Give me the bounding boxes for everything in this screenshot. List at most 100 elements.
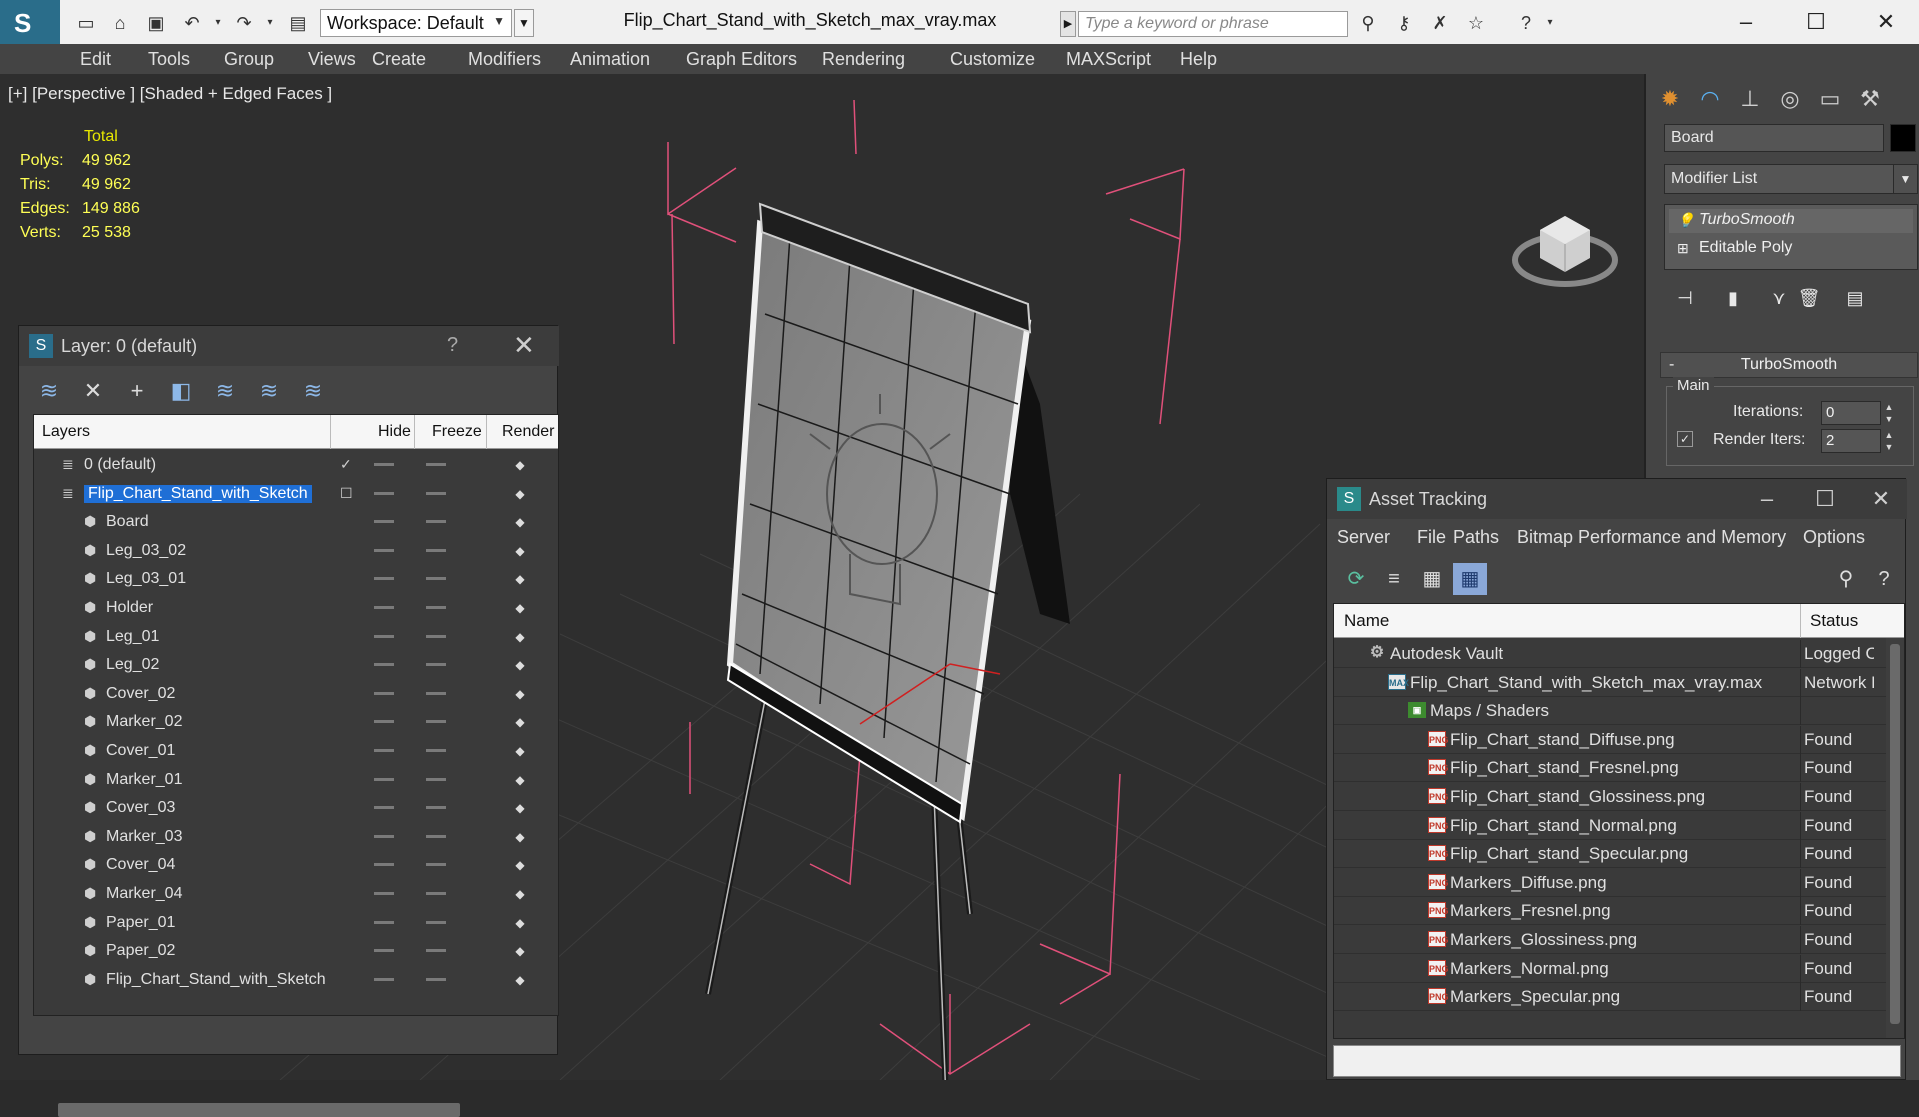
freeze-toggle[interactable] (426, 863, 446, 867)
menu-item[interactable]: Tools (148, 49, 190, 70)
freeze-toggle[interactable] (426, 720, 446, 724)
menu-item[interactable]: Customize (950, 49, 1035, 70)
menu-item[interactable]: Group (224, 49, 274, 70)
render-teapot-icon[interactable]: ◆ (512, 916, 528, 930)
freeze-toggle[interactable] (426, 977, 446, 981)
layer-row[interactable]: ⬢ Cover_02 ◆ (34, 680, 558, 708)
menu-item[interactable]: Create (372, 49, 426, 70)
asset-row[interactable]: PNG Markers_Normal.png Found (1334, 954, 1886, 983)
layer-row[interactable]: ⬢ Cover_03 ◆ (34, 794, 558, 822)
redo-dropdown-icon[interactable]: ▾ (258, 12, 282, 34)
layer-row[interactable]: ⬢ Leg_01 ◆ (34, 623, 558, 651)
horizontal-scrollbar[interactable] (58, 1103, 460, 1117)
layer-row[interactable]: ≣ 0 (default) ✓ ◆ (34, 451, 558, 479)
menu-item[interactable]: Modifiers (468, 49, 541, 70)
help-icon[interactable]: ? (1867, 563, 1901, 595)
hide-toggle[interactable] (374, 863, 394, 867)
iterations-spinner[interactable]: 0 (1821, 401, 1881, 425)
freeze-toggle[interactable] (426, 892, 446, 895)
hide-toggle[interactable] (374, 491, 394, 495)
render-teapot-icon[interactable]: ◆ (512, 515, 528, 529)
menu-item[interactable]: Animation (570, 49, 650, 70)
refresh-icon[interactable]: ⟳ (1339, 563, 1373, 595)
render-teapot-icon[interactable]: ◆ (512, 944, 528, 958)
render-teapot-icon[interactable]: ◆ (512, 487, 528, 501)
tools-icon[interactable]: ✗ (1428, 12, 1452, 34)
freeze-toggle[interactable] (426, 577, 446, 581)
close-icon[interactable]: ✕ (1861, 483, 1901, 515)
show-end-result-icon[interactable]: ▮ (1718, 288, 1748, 316)
asset-row[interactable]: PNG Markers_Specular.png Found (1334, 983, 1886, 1012)
create-tab-icon[interactable]: ✹ (1652, 82, 1688, 116)
asset-dialog-titlebar[interactable]: S Asset Tracking – ☐ ✕ (1327, 479, 1907, 519)
hide-toggle[interactable] (374, 577, 394, 581)
layer-row[interactable]: ⬢ Cover_01 ◆ (34, 737, 558, 765)
freeze-toggle[interactable] (426, 663, 446, 667)
render-iters-spinner[interactable]: 2 (1821, 429, 1881, 453)
app-logo-icon[interactable]: S (0, 0, 60, 44)
freeze-toggle[interactable] (426, 949, 446, 953)
hide-toggle[interactable] (374, 463, 394, 466)
set-current-layer-icon[interactable]: ☐ (340, 485, 356, 501)
object-name-field[interactable]: Board (1664, 124, 1884, 152)
asset-row[interactable]: PNG Flip_Chart_stand_Glossiness.png Found (1334, 783, 1886, 811)
menu-options[interactable]: Options (1803, 527, 1865, 548)
utilities-tab-icon[interactable]: ⚒ (1852, 82, 1888, 116)
search-expand-button[interactable]: ▶ (1060, 11, 1076, 37)
minimize-icon[interactable]: – (1716, 6, 1776, 38)
hide-toggle[interactable] (374, 749, 394, 752)
render-teapot-icon[interactable]: ◆ (512, 544, 528, 558)
new-file-icon[interactable]: ▭ (74, 12, 98, 34)
menu-bitmap-performance[interactable]: Bitmap Performance and Memory (1517, 527, 1786, 548)
hide-toggle[interactable] (374, 548, 394, 552)
spinner-arrows-icon[interactable]: ▲ ▼ (1883, 401, 1895, 425)
hide-toggle[interactable] (374, 777, 394, 781)
redo-icon[interactable]: ↷ (232, 12, 256, 34)
undo-dropdown-icon[interactable]: ▾ (206, 12, 230, 34)
maximize-icon[interactable]: ☐ (1786, 6, 1846, 38)
layer-row[interactable]: ≣ Flip_Chart_Stand_with_Sketch ☐ ◆ (34, 480, 558, 508)
col-status[interactable]: Status (1810, 611, 1858, 631)
asset-row[interactable]: PNG Flip_Chart_stand_Normal.png Found (1334, 811, 1886, 840)
render-teapot-icon[interactable]: ◆ (512, 858, 528, 872)
asset-row[interactable]: PNG Markers_Fresnel.png Found (1334, 897, 1886, 926)
freeze-toggle[interactable] (426, 806, 446, 810)
close-icon[interactable]: ✕ (513, 330, 535, 361)
layer-row[interactable]: ⬢ Leg_03_01 ◆ (34, 565, 558, 593)
star-icon[interactable]: ☆ (1464, 12, 1488, 34)
menu-paths[interactable]: Paths (1453, 527, 1499, 548)
render-teapot-icon[interactable]: ◆ (512, 887, 528, 901)
spinner-arrows-icon[interactable]: ▲ ▼ (1883, 429, 1895, 453)
layer-row[interactable]: ⬢ Leg_03_02 ◆ (34, 537, 558, 565)
help-button[interactable]: ? (447, 334, 458, 357)
viewport-label[interactable]: [+] [Perspective ] [Shaded + Edged Faces… (8, 84, 332, 104)
freeze-toggle[interactable] (426, 520, 446, 524)
freeze-toggle[interactable] (426, 463, 446, 466)
freeze-all-icon[interactable]: ≋ (297, 376, 329, 406)
undo-icon[interactable]: ↶ (180, 12, 204, 34)
modifier-list-dropdown[interactable]: Modifier List ▼ (1664, 164, 1918, 194)
hide-all-icon[interactable]: ≋ (253, 376, 285, 406)
delete-layer-icon[interactable]: ✕ (77, 376, 109, 406)
layer-row[interactable]: ⬢ Paper_02 ◆ (34, 937, 558, 965)
viewcube-icon[interactable] (1510, 200, 1620, 300)
menu-item[interactable]: Graph Editors (686, 49, 797, 70)
render-teapot-icon[interactable]: ◆ (512, 801, 528, 815)
make-unique-icon[interactable]: ⋎ (1764, 288, 1794, 316)
close-icon[interactable]: ✕ (1856, 6, 1916, 38)
col-freeze[interactable]: Freeze (432, 423, 482, 441)
asset-row[interactable]: PNG Flip_Chart_stand_Specular.png Found (1334, 840, 1886, 869)
tree-view-icon[interactable]: ▦ (1415, 563, 1449, 595)
hide-toggle[interactable] (374, 949, 394, 953)
layer-row[interactable]: ⬢ Marker_04 ◆ (34, 880, 558, 908)
asset-row[interactable]: MAX Flip_Chart_Stand_with_Sketch_max_vray… (1334, 668, 1886, 697)
pin-stack-icon[interactable]: ⊣ (1670, 288, 1700, 316)
menu-item[interactable]: Views (308, 49, 356, 70)
freeze-toggle[interactable] (426, 834, 446, 838)
asset-row[interactable]: PNG Markers_Glossiness.png Found (1334, 926, 1886, 954)
add-selection-icon[interactable]: + (121, 376, 153, 406)
help-icon[interactable]: ? (1514, 12, 1538, 34)
hide-toggle[interactable] (374, 520, 394, 524)
minimize-icon[interactable]: – (1747, 483, 1787, 515)
layer-row[interactable]: ⬢ Board ◆ (34, 508, 558, 536)
